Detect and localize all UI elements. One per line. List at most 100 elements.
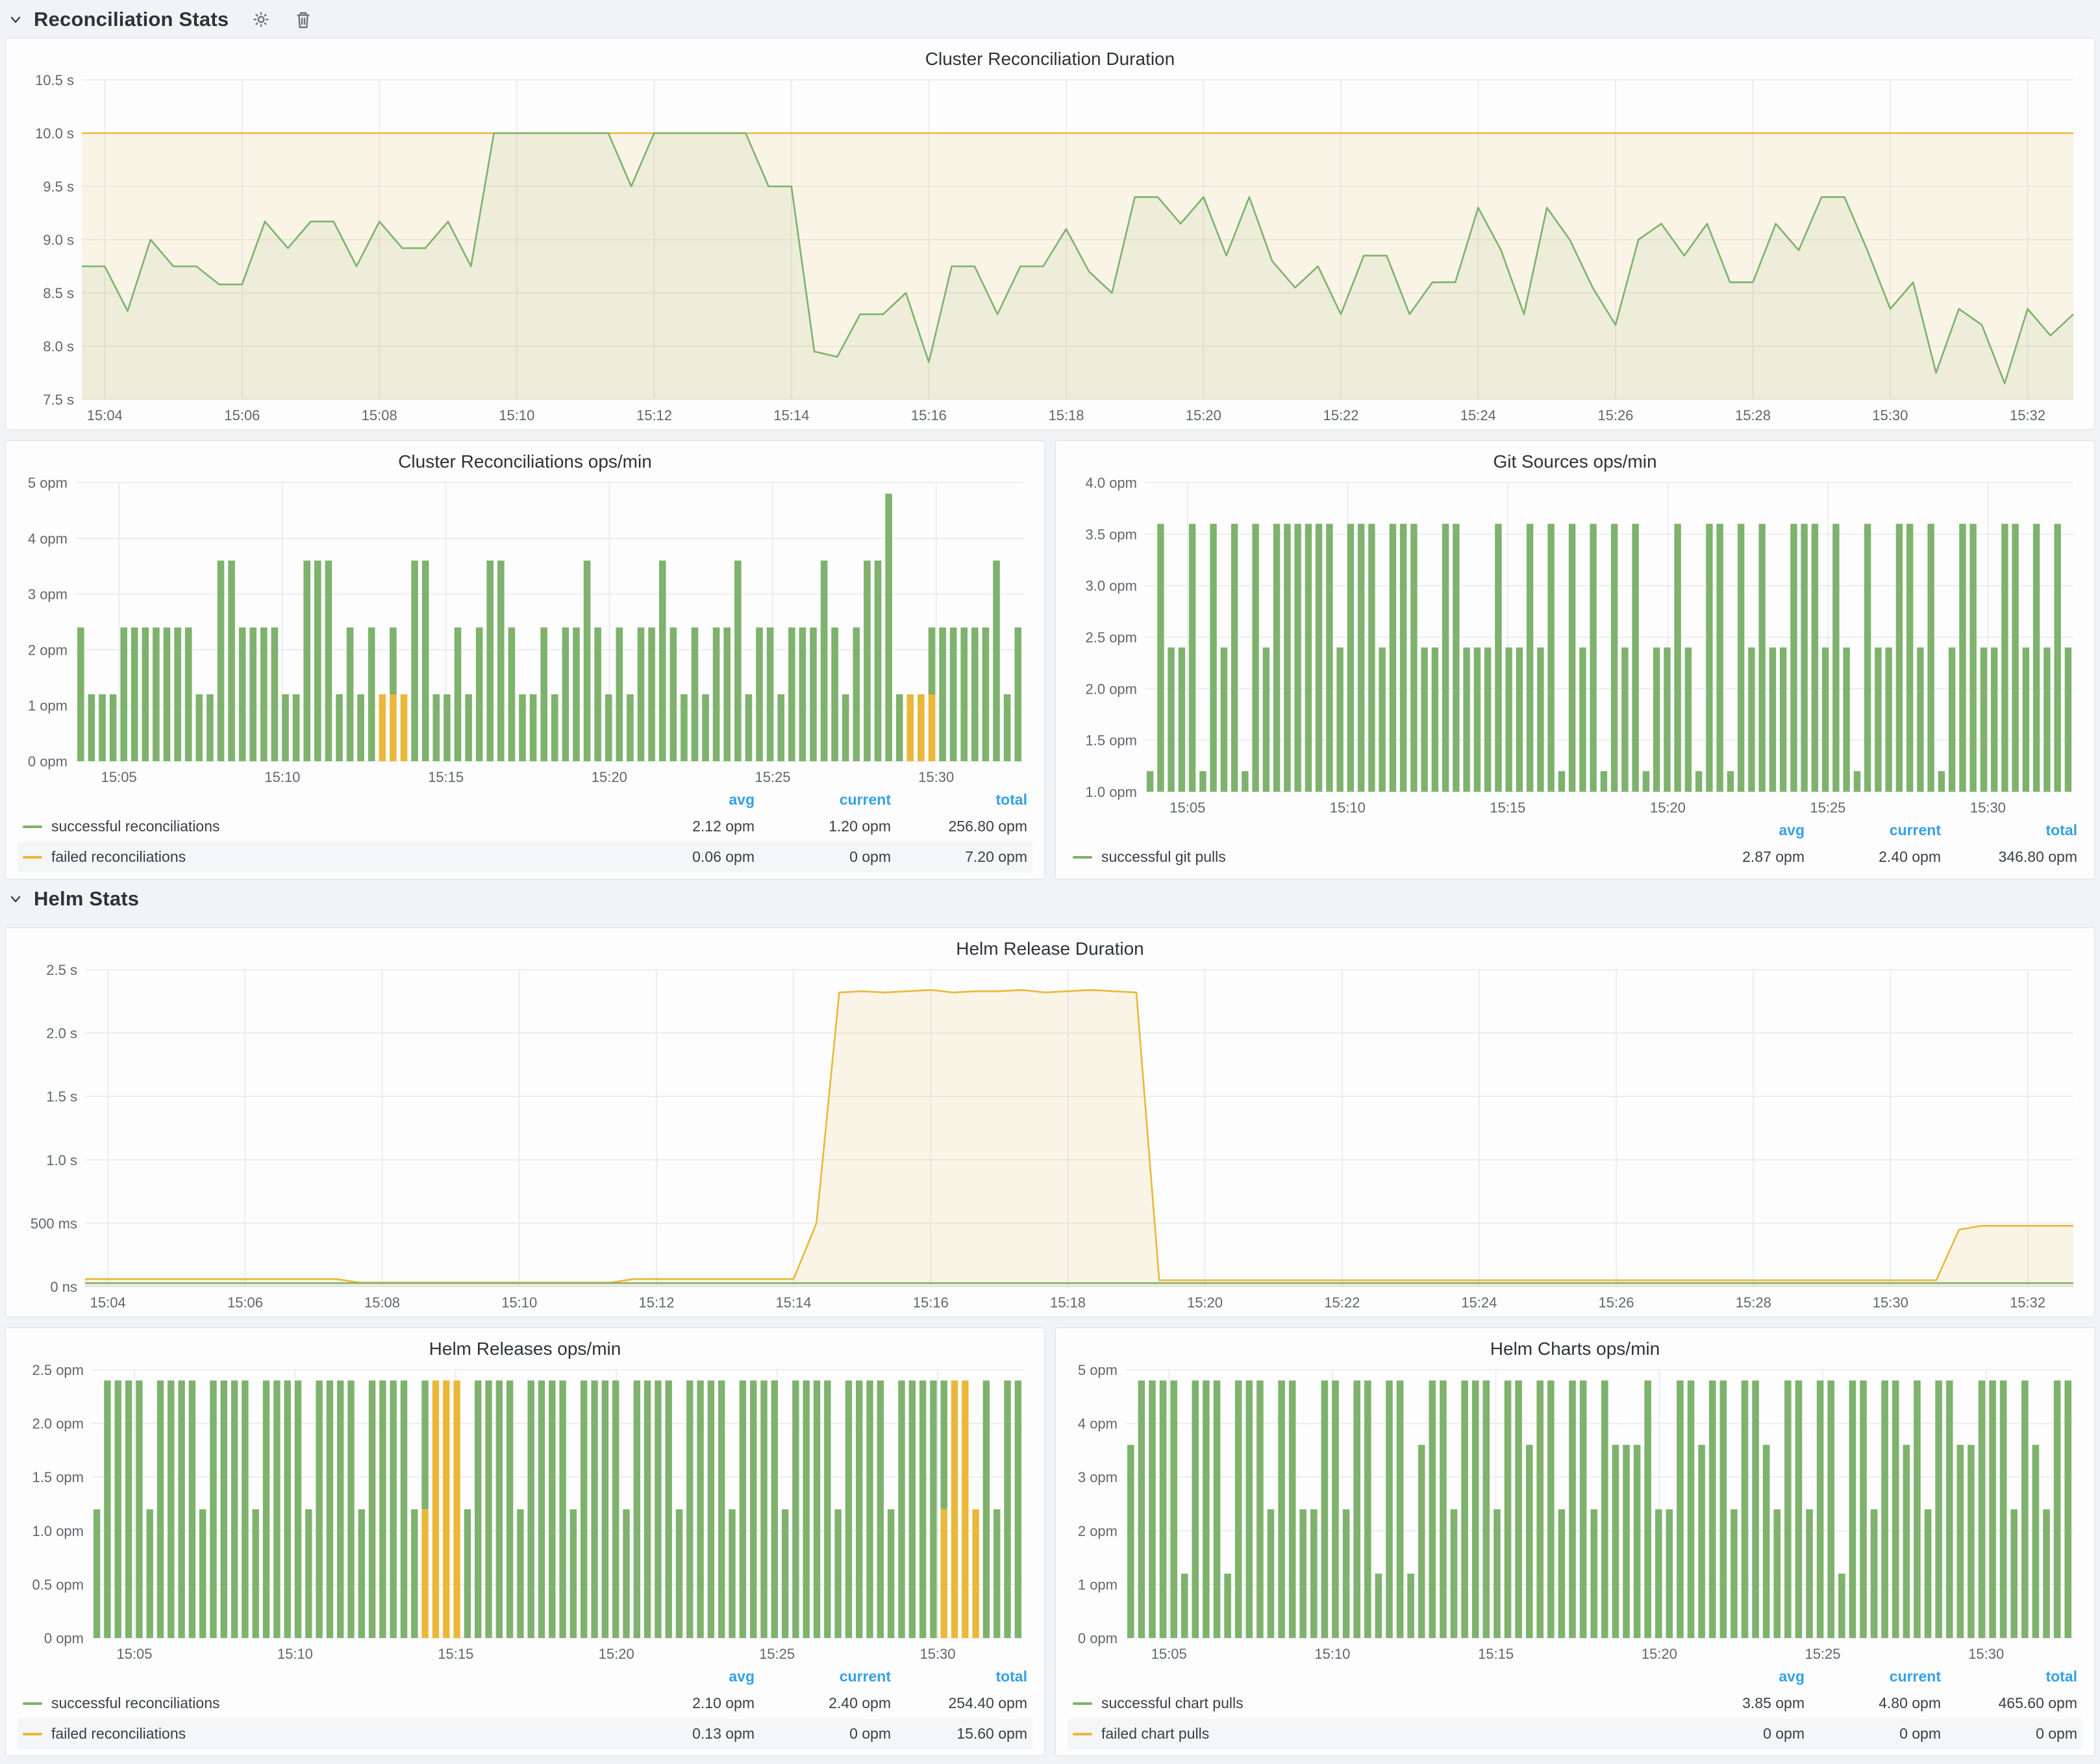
legend-col-total[interactable]: total: [1941, 822, 2077, 839]
svg-text:15:15: 15:15: [438, 1646, 473, 1662]
legend-col-current[interactable]: current: [1805, 1668, 1941, 1685]
chevron-down-icon: [8, 12, 23, 27]
stat-current: 0 opm: [755, 848, 891, 866]
stat-total: 465.60 opm: [1941, 1695, 2077, 1712]
legend-header: avg current total: [1068, 1665, 2082, 1688]
legend-col-total[interactable]: total: [1941, 1668, 2077, 1685]
series-label[interactable]: failed reconciliations: [51, 1725, 618, 1743]
stat-total: 0 opm: [1941, 1725, 2077, 1743]
svg-text:2 opm: 2 opm: [1078, 1523, 1118, 1539]
gear-icon[interactable]: [251, 9, 271, 30]
helm-release-duration-plot[interactable]: 2.5 s2.0 s1.5 s1.0 s500 ms0 ns15:0415:06…: [14, 961, 2086, 1313]
stat-total: 256.80 opm: [891, 818, 1027, 835]
stat-avg: 0.06 opm: [618, 848, 755, 866]
legend: avg current total successful chart pulls…: [1064, 1664, 2086, 1752]
svg-text:1 opm: 1 opm: [28, 698, 68, 714]
series-label[interactable]: successful reconciliations: [51, 1695, 618, 1712]
svg-text:2 opm: 2 opm: [28, 642, 68, 658]
stat-avg: 2.10 opm: [618, 1695, 755, 1712]
svg-text:15:08: 15:08: [362, 407, 397, 423]
trash-icon[interactable]: [294, 9, 313, 30]
stat-avg: 0.13 opm: [618, 1725, 755, 1743]
svg-text:15:30: 15:30: [1970, 800, 2006, 816]
svg-text:15:15: 15:15: [1478, 1646, 1514, 1662]
series-label[interactable]: failed reconciliations: [51, 848, 618, 866]
svg-text:15:20: 15:20: [1187, 1294, 1223, 1311]
svg-text:1.0 opm: 1.0 opm: [1086, 784, 1138, 800]
legend-row-failed-chart-pulls: failed chart pulls 0 opm 0 opm 0 opm: [1068, 1719, 2082, 1749]
svg-text:1.5 opm: 1.5 opm: [32, 1469, 84, 1485]
legend-col-current[interactable]: current: [755, 791, 891, 809]
svg-text:1.5 s: 1.5 s: [46, 1089, 77, 1105]
svg-text:9.5 s: 9.5 s: [43, 179, 74, 195]
svg-text:15:15: 15:15: [1490, 800, 1525, 816]
series-label[interactable]: successful git pulls: [1101, 848, 1668, 866]
svg-text:7.5 s: 7.5 s: [43, 392, 74, 408]
svg-text:15:25: 15:25: [755, 769, 790, 785]
cluster-reconciliations-ops-plot[interactable]: 5 opm4 opm3 opm2 opm1 opm0 opm15:0515:10…: [14, 473, 1036, 787]
legend-col-avg[interactable]: avg: [1668, 822, 1805, 839]
svg-text:2.5 s: 2.5 s: [46, 962, 77, 978]
legend-col-avg[interactable]: avg: [1668, 1668, 1805, 1685]
svg-text:10.0 s: 10.0 s: [35, 125, 74, 142]
legend-header: avg current total: [1068, 819, 2082, 842]
svg-text:15:20: 15:20: [1186, 407, 1221, 423]
legend-col-total[interactable]: total: [891, 1668, 1027, 1685]
legend-col-current[interactable]: current: [755, 1668, 891, 1685]
svg-text:2.0 s: 2.0 s: [46, 1026, 77, 1042]
stat-current: 1.20 opm: [755, 818, 891, 835]
panel-git-sources-ops: Git Sources ops/min 4.0 opm3.5 opm3.0 op…: [1055, 440, 2095, 879]
svg-text:15:22: 15:22: [1323, 407, 1358, 423]
svg-text:15:05: 15:05: [101, 769, 137, 785]
svg-text:15:10: 15:10: [499, 407, 534, 423]
legend-col-total[interactable]: total: [891, 791, 1027, 809]
row-title: Helm Stats: [34, 887, 139, 911]
helm-releases-ops-plot[interactable]: 2.5 opm2.0 opm1.5 opm1.0 opm0.5 opm0 opm…: [14, 1361, 1036, 1664]
series-label[interactable]: successful reconciliations: [51, 818, 618, 835]
svg-text:15:20: 15:20: [592, 769, 627, 785]
stat-avg: 2.12 opm: [618, 818, 755, 835]
panel-title[interactable]: Helm Charts ops/min: [1064, 1335, 2086, 1361]
panel-title[interactable]: Cluster Reconciliation Duration: [14, 45, 2086, 71]
svg-text:15:10: 15:10: [277, 1646, 313, 1662]
legend-col-avg[interactable]: avg: [618, 1668, 755, 1685]
row-header-reconciliation-stats[interactable]: Reconciliation Stats: [5, 0, 2095, 38]
svg-text:15:20: 15:20: [599, 1646, 634, 1662]
svg-text:15:26: 15:26: [1598, 1294, 1634, 1311]
cluster-reconciliation-duration-plot[interactable]: 10.5 s10.0 s9.5 s9.0 s8.5 s8.0 s7.5 s15:…: [14, 71, 2086, 425]
svg-text:2.0 opm: 2.0 opm: [1086, 681, 1138, 697]
panel-title[interactable]: Helm Releases ops/min: [14, 1335, 1036, 1361]
panel-title[interactable]: Git Sources ops/min: [1064, 447, 2086, 473]
svg-text:4 opm: 4 opm: [28, 531, 68, 547]
legend-header: avg current total: [18, 788, 1032, 811]
svg-text:15:18: 15:18: [1050, 1294, 1086, 1311]
stat-current: 4.80 opm: [1805, 1695, 1941, 1712]
legend-col-current[interactable]: current: [1805, 822, 1941, 839]
stat-avg: 2.87 opm: [1668, 848, 1805, 866]
svg-text:15:30: 15:30: [1872, 407, 1908, 423]
git-sources-ops-plot[interactable]: 4.0 opm3.5 opm3.0 opm2.5 opm2.0 opm1.5 o…: [1064, 473, 2086, 818]
svg-text:0 ns: 0 ns: [50, 1279, 77, 1295]
legend-row-successful-git-pulls: successful git pulls 2.87 opm 2.40 opm 3…: [1068, 842, 2082, 872]
stat-avg: 0 opm: [1668, 1725, 1805, 1743]
svg-text:2.0 opm: 2.0 opm: [32, 1416, 84, 1432]
svg-text:15:10: 15:10: [264, 769, 300, 785]
legend-row-failed-reconciliations: failed reconciliations 0.06 opm 0 opm 7.…: [18, 842, 1032, 872]
series-label[interactable]: failed chart pulls: [1101, 1725, 1668, 1743]
legend: avg current total successful reconciliat…: [14, 1664, 1036, 1752]
legend-row-successful-chart-pulls: successful chart pulls 3.85 opm 4.80 opm…: [1068, 1688, 2082, 1719]
stat-current: 0 opm: [1805, 1725, 1941, 1743]
svg-text:3.5 opm: 3.5 opm: [1086, 526, 1138, 542]
svg-text:15:05: 15:05: [1169, 800, 1205, 816]
helm-charts-ops-plot[interactable]: 5 opm4 opm3 opm2 opm1 opm0 opm15:0515:10…: [1064, 1361, 2086, 1664]
panel-title[interactable]: Helm Release Duration: [14, 935, 2086, 961]
svg-text:15:25: 15:25: [759, 1646, 795, 1662]
svg-text:1 opm: 1 opm: [1078, 1576, 1118, 1593]
panel-title[interactable]: Cluster Reconciliations ops/min: [14, 447, 1036, 473]
svg-text:15:10: 15:10: [1314, 1646, 1350, 1662]
series-color-swatch: [23, 1733, 42, 1735]
legend-col-avg[interactable]: avg: [618, 791, 755, 809]
row-title: Reconciliation Stats: [34, 8, 229, 31]
series-label[interactable]: successful chart pulls: [1101, 1695, 1668, 1712]
row-header-helm-stats[interactable]: Helm Stats: [5, 879, 2095, 917]
